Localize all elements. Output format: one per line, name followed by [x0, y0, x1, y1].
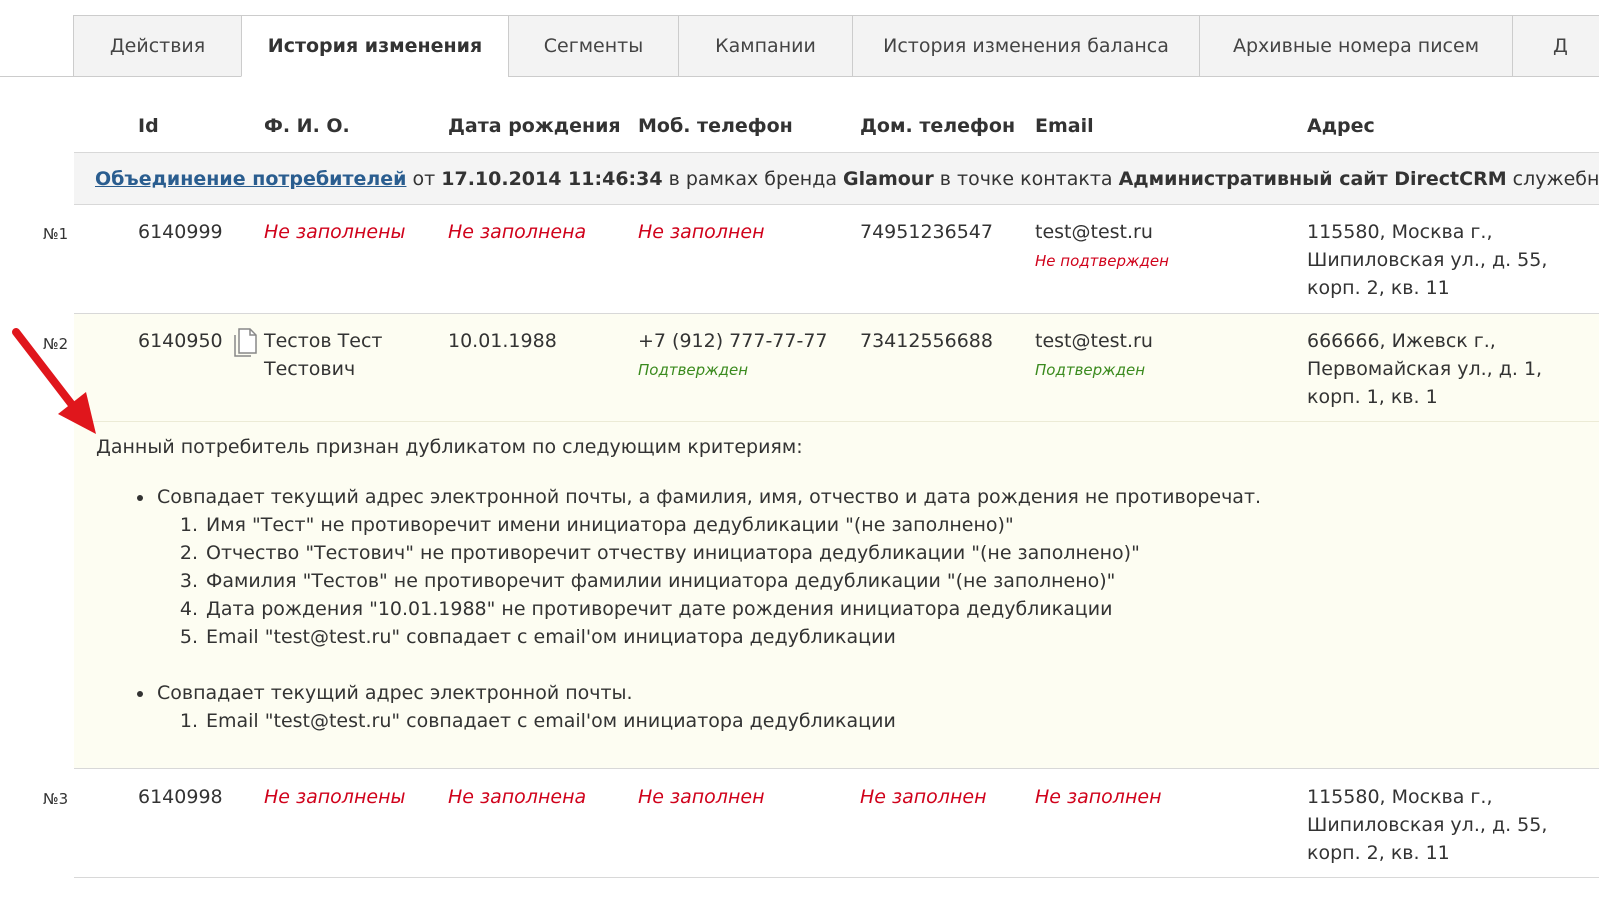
duplicate-block-divider [74, 421, 1599, 422]
tab-change-history[interactable]: История изменения [241, 15, 509, 77]
tab-actions[interactable]: Действия [73, 15, 242, 77]
cell-home-phone: 73412556688 [860, 330, 993, 352]
criterion-detail-text: Фамилия "Тестов" не противоречит фамилии… [206, 570, 1116, 592]
criterion-detail-text: Email "test@test.ru" совпадает с email'о… [206, 710, 896, 732]
cell-mobile-empty: Не заполнен [638, 786, 765, 808]
cell-birth-empty: Не заполнена [448, 786, 587, 808]
tab-campaigns[interactable]: Кампании [678, 15, 853, 77]
cell-email-empty: Не заполнен [1035, 786, 1162, 808]
cell-email: test@test.ru [1035, 221, 1153, 243]
tab-balance-history[interactable]: История изменения баланса [852, 15, 1200, 77]
header-email[interactable]: Email [1035, 115, 1094, 137]
criterion-detail: 2. Отчество "Тестович" не противоречит от… [179, 542, 1140, 564]
address-line: корп. 2, кв. 11 [1307, 842, 1450, 864]
header-address[interactable]: Адрес [1307, 115, 1375, 137]
criterion-detail-text: Email "test@test.ru" совпадает с email'о… [206, 626, 896, 648]
merge-date: 17.10.2014 11:46:34 [441, 168, 663, 190]
criterion-detail: 3. Фамилия "Тестов" не противоречит фамил… [179, 570, 1116, 592]
tab-bar: Действия История изменения Сегменты Камп… [0, 15, 1599, 77]
cell-address: 666666, Ижевск г., Первомайская ул., д. … [1307, 327, 1542, 411]
criterion-detail-text: Имя "Тест" не противоречит имени инициат… [206, 514, 1014, 536]
cell-address: 115580, Москва г., Шипиловская ул., д. 5… [1307, 218, 1547, 302]
header-fio[interactable]: Ф. И. О. [264, 115, 350, 137]
fio-line: Тестович [264, 358, 356, 380]
address-line: 115580, Москва г., [1307, 221, 1493, 243]
tab-segments[interactable]: Сегменты [508, 15, 679, 77]
cell-fio: Тестов Тест Тестович [264, 327, 382, 383]
criterion-detail: 5. Email "test@test.ru" совпадает с email… [179, 626, 896, 648]
cell-fio-empty: Не заполнены [264, 221, 406, 243]
duplicate-criterion: Совпадает текущий адрес электронной почт… [157, 682, 633, 704]
criterion-detail: 1. Email "test@test.ru" совпадает с email… [179, 710, 896, 732]
address-line: Шипиловская ул., д. 55, [1307, 249, 1548, 271]
document-copy-icon[interactable] [232, 327, 260, 357]
cell-id: 6140998 [138, 786, 223, 808]
address-line: корп. 1, кв. 1 [1307, 386, 1438, 408]
address-line: 666666, Ижевск г., [1307, 330, 1496, 352]
header-mobile-phone[interactable]: Моб. телефон [638, 115, 793, 137]
tab-bar-divider [0, 76, 74, 77]
criterion-detail: 4. Дата рождения "10.01.1988" не противор… [179, 598, 1113, 620]
bullet [137, 495, 143, 501]
cell-home-phone: 74951236547 [860, 221, 993, 243]
address-line: 115580, Москва г., [1307, 786, 1493, 808]
merge-event-row: Объединение потребителей от 17.10.2014 1… [74, 153, 1599, 205]
header-home-phone[interactable]: Дом. телефон [860, 115, 1015, 137]
merge-text-point-label: в точке контакта [933, 168, 1119, 190]
cell-mobile-empty: Не заполнен [638, 221, 765, 243]
tab-archive-mail-numbers[interactable]: Архивные номера писем [1199, 15, 1513, 77]
duplicate-criterion: Совпадает текущий адрес электронной почт… [157, 486, 1262, 508]
bullet [137, 691, 143, 697]
row-number: №1 [43, 225, 69, 243]
cell-address: 115580, Москва г., Шипиловская ул., д. 5… [1307, 783, 1547, 867]
row-divider [74, 877, 1599, 878]
header-birth-date[interactable]: Дата рождения [448, 115, 621, 137]
fio-line: Тестов Тест [264, 330, 383, 352]
email-status-unconfirmed: Не подтвержден [1035, 252, 1169, 270]
address-line: Первомайская ул., д. 1, [1307, 358, 1543, 380]
header-id[interactable]: Id [138, 115, 159, 137]
criterion-detail-text: Отчество "Тестович" не противоречит отче… [206, 542, 1140, 564]
cell-birth-empty: Не заполнена [448, 221, 587, 243]
cell-id: 6140950 [138, 330, 223, 352]
address-line: корп. 2, кв. 11 [1307, 277, 1450, 299]
row-number: №3 [43, 790, 69, 808]
cell-fio-empty: Не заполнены [264, 786, 406, 808]
merge-text-from: от [406, 168, 442, 190]
cell-home-phone-empty: Не заполнен [860, 786, 987, 808]
cell-birth-date: 10.01.1988 [448, 330, 557, 352]
cell-id: 6140999 [138, 221, 223, 243]
red-arrow-annotation-icon [12, 328, 96, 434]
merge-brand: Glamour [843, 168, 934, 190]
address-line: Шипиловская ул., д. 55, [1307, 814, 1548, 836]
duplicate-reason-intro: Данный потребитель признан дубликатом по… [96, 436, 803, 458]
merge-customers-link[interactable]: Объединение потребителей [95, 168, 406, 190]
criterion-detail: 1. Имя "Тест" не противоречит имени иници… [179, 514, 1014, 536]
merge-contact-point: Административный сайт DirectCRM [1118, 168, 1507, 190]
mobile-status-confirmed: Подтвержден [638, 361, 749, 379]
email-status-confirmed: Подтвержден [1035, 361, 1146, 379]
cell-email: test@test.ru [1035, 330, 1153, 352]
tab-more[interactable]: Д [1512, 15, 1599, 77]
criterion-detail-text: Дата рождения "10.01.1988" не противореч… [206, 598, 1113, 620]
cell-mobile-phone: +7 (912) 777-77-77 [638, 330, 828, 352]
merge-text-staff: служебным персоналом [1512, 168, 1599, 190]
merge-text-brand-label: в рамках бренда [662, 168, 844, 190]
merge-event-text: Объединение потребителей от 17.10.2014 1… [95, 168, 1599, 190]
